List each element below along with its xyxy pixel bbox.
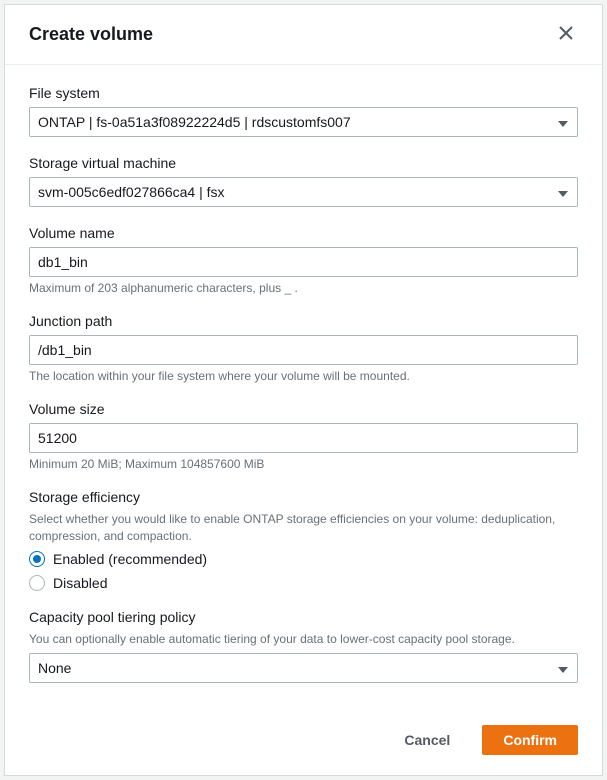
modal-title: Create volume: [29, 24, 153, 45]
volume-name-group: Volume name Maximum of 203 alphanumeric …: [29, 225, 578, 295]
close-icon: [558, 25, 574, 45]
junction-path-label: Junction path: [29, 313, 578, 329]
volume-size-group: Volume size Minimum 20 MiB; Maximum 1048…: [29, 401, 578, 471]
tiering-policy-label: Capacity pool tiering policy: [29, 609, 578, 625]
radio-icon-unchecked: [29, 575, 45, 591]
junction-path-input[interactable]: [29, 335, 578, 365]
modal-header: Create volume: [5, 5, 602, 65]
volume-size-input[interactable]: [29, 423, 578, 453]
svm-group: Storage virtual machine svm-005c6edf0278…: [29, 155, 578, 207]
storage-efficiency-radio-group: Enabled (recommended) Disabled: [29, 551, 578, 591]
tiering-policy-select[interactable]: None: [29, 653, 578, 683]
file-system-select[interactable]: ONTAP | fs-0a51a3f08922224d5 | rdscustom…: [29, 107, 578, 137]
radio-icon-checked: [29, 551, 45, 567]
close-button[interactable]: [554, 21, 578, 48]
radio-disabled[interactable]: Disabled: [29, 575, 578, 591]
junction-path-hint: The location within your file system whe…: [29, 369, 578, 383]
volume-name-input[interactable]: [29, 247, 578, 277]
tiering-policy-group: Capacity pool tiering policy You can opt…: [29, 609, 578, 684]
radio-disabled-label: Disabled: [53, 575, 107, 591]
storage-efficiency-group: Storage efficiency Select whether you wo…: [29, 489, 578, 591]
modal-body: File system ONTAP | fs-0a51a3f08922224d5…: [5, 65, 602, 709]
create-volume-modal: Create volume File system ONTAP | fs-0a5…: [4, 4, 603, 776]
volume-size-hint: Minimum 20 MiB; Maximum 104857600 MiB: [29, 457, 578, 471]
svm-select[interactable]: svm-005c6edf027866ca4 | fsx: [29, 177, 578, 207]
file-system-label: File system: [29, 85, 578, 101]
file-system-group: File system ONTAP | fs-0a51a3f08922224d5…: [29, 85, 578, 137]
svm-value[interactable]: svm-005c6edf027866ca4 | fsx: [29, 177, 578, 207]
tiering-policy-value[interactable]: None: [29, 653, 578, 683]
junction-path-group: Junction path The location within your f…: [29, 313, 578, 383]
radio-enabled-label: Enabled (recommended): [53, 551, 207, 567]
radio-enabled[interactable]: Enabled (recommended): [29, 551, 578, 567]
storage-efficiency-label: Storage efficiency: [29, 489, 578, 505]
volume-size-label: Volume size: [29, 401, 578, 417]
volume-name-hint: Maximum of 203 alphanumeric characters, …: [29, 281, 578, 295]
tiering-policy-description: You can optionally enable automatic tier…: [29, 631, 578, 648]
svm-label: Storage virtual machine: [29, 155, 578, 171]
modal-footer: Cancel Confirm: [5, 709, 602, 775]
storage-efficiency-description: Select whether you would like to enable …: [29, 511, 578, 545]
confirm-button[interactable]: Confirm: [482, 725, 578, 755]
volume-name-label: Volume name: [29, 225, 578, 241]
cancel-button[interactable]: Cancel: [384, 726, 470, 754]
file-system-value[interactable]: ONTAP | fs-0a51a3f08922224d5 | rdscustom…: [29, 107, 578, 137]
